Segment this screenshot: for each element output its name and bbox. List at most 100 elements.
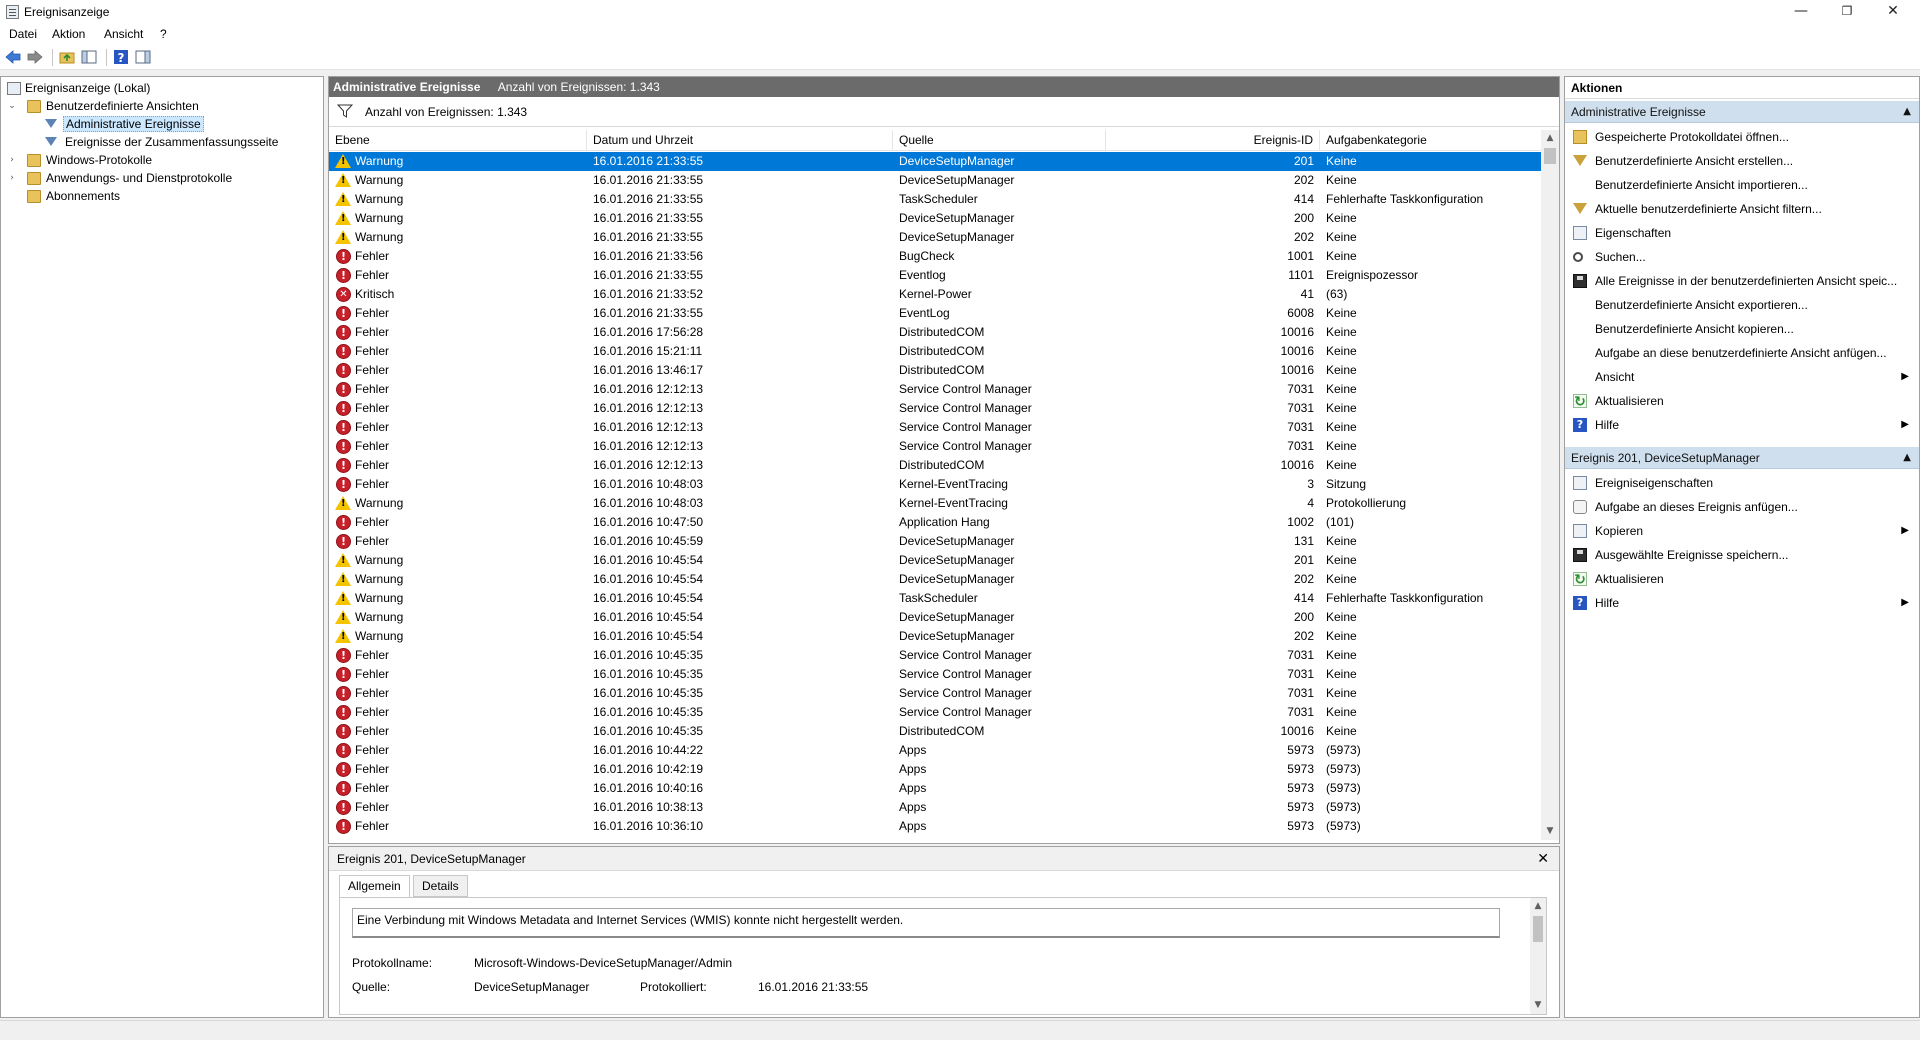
action-item[interactable]: Benutzerdefinierte Ansicht erstellen... — [1565, 149, 1919, 173]
table-row[interactable]: Warnung 16.01.2016 10:48:03 Kernel-EventTr… — [329, 494, 1541, 513]
table-row[interactable]: Warnung 16.01.2016 21:33:55 DeviceSetupMan… — [329, 209, 1541, 228]
menu-aktion[interactable]: Aktion — [52, 27, 85, 41]
table-row[interactable]: ! Fehler 16.01.2016 13:46:17 DistributedCOM… — [329, 361, 1541, 380]
action-item[interactable]: ↻ Aktualisieren — [1565, 567, 1919, 591]
show-hide-tree-icon[interactable] — [81, 49, 97, 65]
scroll-up-arrow-icon[interactable]: ▲ — [1541, 130, 1559, 147]
close-button[interactable]: ✕ — [1870, 0, 1916, 24]
action-item[interactable]: Kopieren ▶ — [1565, 519, 1919, 543]
table-row[interactable]: ! Fehler 16.01.2016 10:45:35 Service Contro… — [329, 665, 1541, 684]
tree-item-root[interactable]: Ereignisanzeige (Lokal) — [5, 80, 150, 97]
action-item[interactable]: Alle Ereignisse in der benutzerdefiniert… — [1565, 269, 1919, 293]
show-hide-action-pane-icon[interactable] — [135, 49, 151, 65]
collapsed-chevron-icon[interactable]: › — [7, 155, 17, 165]
action-item[interactable]: Aktuelle benutzerdefinierte Ansicht filt… — [1565, 197, 1919, 221]
table-row[interactable]: ! Fehler 16.01.2016 21:33:56 BugCheck 1001 Ke… — [329, 247, 1541, 266]
table-row[interactable]: ! Fehler 16.01.2016 10:45:35 Service Contro… — [329, 646, 1541, 665]
table-row[interactable]: ! Fehler 16.01.2016 21:33:55 EventLog 6008 Ke… — [329, 304, 1541, 323]
table-row[interactable]: Warnung 16.01.2016 21:33:55 TaskScheduler 4… — [329, 190, 1541, 209]
table-row[interactable]: ! Fehler 16.01.2016 10:44:22 Apps 5973 (5973) — [329, 741, 1541, 760]
table-row[interactable]: ! Fehler 16.01.2016 12:12:13 DistributedCOM… — [329, 456, 1541, 475]
action-item[interactable]: Eigenschaften — [1565, 221, 1919, 245]
action-item[interactable]: Benutzerdefinierte Ansicht importieren..… — [1565, 173, 1919, 197]
column-header-date[interactable]: Datum und Uhrzeit — [587, 130, 893, 151]
table-row[interactable]: ! Fehler 16.01.2016 10:48:03 Kernel-EventTr… — [329, 475, 1541, 494]
scroll-down-arrow-icon[interactable]: ▼ — [1541, 823, 1559, 840]
table-row[interactable]: Warnung 16.01.2016 21:33:55 DeviceSetupMan… — [329, 228, 1541, 247]
help-icon[interactable]: ? — [113, 49, 129, 65]
table-row[interactable]: ! Fehler 16.01.2016 10:42:19 Apps 5973 (5973) — [329, 760, 1541, 779]
action-item[interactable]: Aufgabe an dieses Ereignis anfügen... — [1565, 495, 1919, 519]
actions-section-event-201[interactable]: Ereignis 201, DeviceSetupManager ▲ — [1565, 447, 1919, 469]
table-row[interactable]: ! Fehler 16.01.2016 10:36:10 Apps 5973 (5973) — [329, 817, 1541, 836]
expanded-chevron-icon[interactable]: ⌄ — [7, 101, 17, 111]
tab-details[interactable]: Details — [413, 875, 468, 897]
collapse-caret-icon[interactable]: ▲ — [1903, 101, 1911, 123]
tab-allgemein[interactable]: Allgemein — [339, 875, 410, 898]
table-row[interactable]: Warnung 16.01.2016 10:45:54 DeviceSetupMan… — [329, 551, 1541, 570]
menu-datei[interactable]: Datei — [9, 27, 37, 41]
action-item[interactable]: Ereigniseigenschaften — [1565, 471, 1919, 495]
action-item[interactable]: Benutzerdefinierte Ansicht kopieren... — [1565, 317, 1919, 341]
detail-close-icon[interactable]: ✕ — [1537, 847, 1549, 871]
table-row[interactable]: ✕ Kritisch 16.01.2016 21:33:52 Kernel-Power… — [329, 285, 1541, 304]
table-row[interactable]: Warnung 16.01.2016 10:45:54 DeviceSetupMan… — [329, 627, 1541, 646]
maximize-button[interactable]: ❐ — [1824, 0, 1870, 24]
action-item[interactable]: Ansicht ▶ — [1565, 365, 1919, 389]
folder-up-icon[interactable] — [59, 49, 75, 65]
tree-item-admin-events[interactable]: Administrative Ereignisse — [5, 116, 204, 133]
tree-item-custom-views[interactable]: ⌄ Benutzerdefinierte Ansichten — [5, 98, 199, 115]
table-row[interactable]: ! Fehler 16.01.2016 10:40:16 Apps 5973 (5973) — [329, 779, 1541, 798]
table-row[interactable]: Warnung 16.01.2016 21:33:55 DeviceSetupMan… — [329, 171, 1541, 190]
scroll-down-arrow-icon[interactable]: ▼ — [1530, 997, 1546, 1014]
action-item[interactable]: ? Hilfe ▶ — [1565, 413, 1919, 437]
forward-arrow-icon[interactable] — [27, 49, 43, 65]
table-row[interactable]: ! Fehler 16.01.2016 10:45:35 DistributedCOM… — [329, 722, 1541, 741]
action-item[interactable]: Benutzerdefinierte Ansicht exportieren..… — [1565, 293, 1919, 317]
collapsed-chevron-icon[interactable]: › — [7, 173, 17, 183]
table-row[interactable]: Warnung 16.01.2016 10:45:54 DeviceSetupMan… — [329, 608, 1541, 627]
table-row[interactable]: ! Fehler 16.01.2016 12:12:13 Service Contro… — [329, 399, 1541, 418]
menu-ansicht[interactable]: Ansicht — [104, 27, 143, 41]
table-row[interactable]: ! Fehler 16.01.2016 10:47:50 Application Ha… — [329, 513, 1541, 532]
collapse-caret-icon[interactable]: ▲ — [1903, 447, 1911, 469]
table-row[interactable]: Warnung 16.01.2016 21:33:55 DeviceSetupMan… — [329, 152, 1541, 171]
tree-item-summary-events[interactable]: Ereignisse der Zusammenfassungsseite — [5, 134, 278, 151]
action-item[interactable]: ? Hilfe ▶ — [1565, 591, 1919, 615]
table-row[interactable]: ! Fehler 16.01.2016 12:12:13 Service Contro… — [329, 437, 1541, 456]
column-header-level[interactable]: Ebene — [329, 130, 587, 151]
action-item[interactable]: Aufgabe an diese benutzerdefinierte Ansi… — [1565, 341, 1919, 365]
column-header-task-category[interactable]: Aufgabenkategorie — [1320, 130, 1541, 151]
table-row[interactable]: ! Fehler 16.01.2016 10:45:35 Service Contro… — [329, 684, 1541, 703]
table-row[interactable]: ! Fehler 16.01.2016 10:38:13 Apps 5973 (5973) — [329, 798, 1541, 817]
table-row[interactable]: ! Fehler 16.01.2016 10:45:35 Service Contro… — [329, 703, 1541, 722]
table-row[interactable]: ! Fehler 16.01.2016 15:21:11 DistributedCOM… — [329, 342, 1541, 361]
events-vertical-scrollbar[interactable]: ▲ ▼ — [1541, 130, 1559, 840]
table-row[interactable]: ! Fehler 16.01.2016 10:45:59 DeviceSetupMan… — [329, 532, 1541, 551]
back-arrow-icon[interactable] — [5, 49, 21, 65]
table-row[interactable]: ! Fehler 16.01.2016 17:56:28 DistributedCOM… — [329, 323, 1541, 342]
action-item[interactable]: Ausgewählte Ereignisse speichern... — [1565, 543, 1919, 567]
tree-item-app-service-logs[interactable]: › Anwendungs- und Dienstprotokolle — [5, 170, 232, 187]
tree-item-windows-logs[interactable]: › Windows-Protokolle — [5, 152, 152, 169]
table-row[interactable]: ! Fehler 16.01.2016 12:12:13 Service Contro… — [329, 380, 1541, 399]
event-message[interactable]: Eine Verbindung mit Windows Metadata and… — [352, 908, 1500, 938]
scroll-up-arrow-icon[interactable]: ▲ — [1530, 898, 1546, 915]
actions-section-admin-events[interactable]: Administrative Ereignisse ▲ — [1565, 101, 1919, 123]
table-row[interactable]: ! Fehler 16.01.2016 12:12:13 Service Contro… — [329, 418, 1541, 437]
table-row[interactable]: Warnung 16.01.2016 10:45:54 DeviceSetupMan… — [329, 570, 1541, 589]
column-header-event-id[interactable]: Ereignis-ID — [1106, 130, 1320, 151]
action-item[interactable]: Suchen... — [1565, 245, 1919, 269]
scroll-thumb[interactable] — [1544, 148, 1556, 164]
action-item[interactable]: Gespeicherte Protokolldatei öffnen... — [1565, 125, 1919, 149]
tree-item-subscriptions[interactable]: Abonnements — [5, 188, 120, 205]
column-header-source[interactable]: Quelle — [893, 130, 1106, 151]
minimize-button[interactable]: — — [1778, 0, 1824, 24]
action-label: Aufgabe an diese benutzerdefinierte Ansi… — [1595, 346, 1887, 360]
table-row[interactable]: ! Fehler 16.01.2016 21:33:55 Eventlog 1101 Er… — [329, 266, 1541, 285]
action-item[interactable]: ↻ Aktualisieren — [1565, 389, 1919, 413]
table-row[interactable]: Warnung 16.01.2016 10:45:54 TaskScheduler 4… — [329, 589, 1541, 608]
scroll-thumb[interactable] — [1533, 916, 1543, 942]
menu-help[interactable]: ? — [160, 27, 167, 41]
detail-vertical-scrollbar[interactable]: ▲ ▼ — [1530, 898, 1546, 1014]
